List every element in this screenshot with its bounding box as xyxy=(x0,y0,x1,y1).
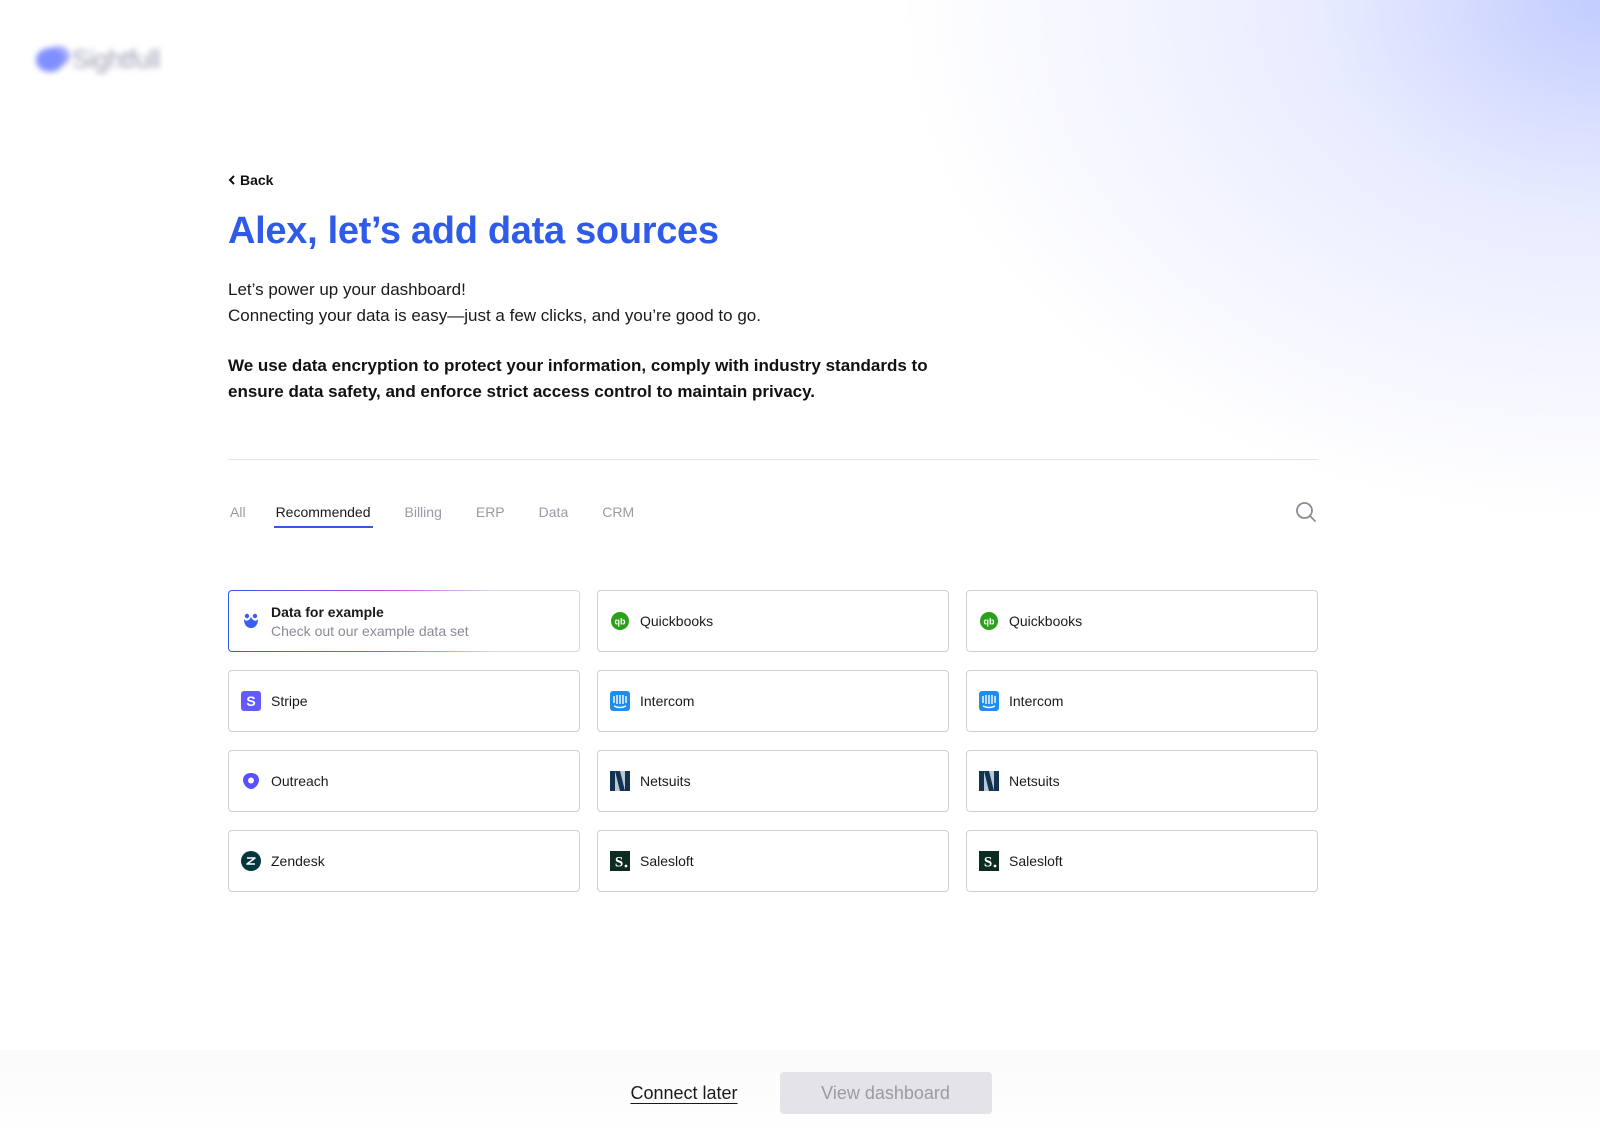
chevron-left-icon xyxy=(228,175,235,185)
search-button[interactable] xyxy=(1294,500,1318,524)
card-text: Data for example Check out our example d… xyxy=(271,604,469,639)
source-card-netsuite[interactable]: Netsuits xyxy=(966,750,1318,812)
tab-data[interactable]: Data xyxy=(537,500,571,524)
connect-later-link[interactable]: Connect later xyxy=(630,1083,737,1104)
tab-billing[interactable]: Billing xyxy=(403,500,444,524)
zendesk-icon xyxy=(241,851,261,871)
card-title: Data for example xyxy=(271,603,384,620)
security-note: We use data encryption to protect your i… xyxy=(228,356,928,401)
category-tabs: All Recommended Billing ERP Data CRM xyxy=(228,498,1318,528)
source-card-quickbooks[interactable]: qb Quickbooks xyxy=(966,590,1318,652)
page-title: Alex, let’s add data sources xyxy=(228,210,719,252)
salesloft-icon: S xyxy=(610,851,630,871)
tab-erp[interactable]: ERP xyxy=(474,500,507,524)
netsuite-icon xyxy=(979,771,999,791)
card-title: Outreach xyxy=(271,773,329,789)
intercom-icon xyxy=(610,691,630,711)
source-card-salesloft[interactable]: S Salesloft xyxy=(597,830,949,892)
brand-logo-icon xyxy=(36,47,64,72)
netsuite-icon xyxy=(610,771,630,791)
footer-bar: Connect later View dashboard xyxy=(0,1050,1600,1138)
footer-actions: Connect later View dashboard xyxy=(0,1072,1600,1114)
card-title: Quickbooks xyxy=(640,613,714,629)
source-card-stripe[interactable]: S Stripe xyxy=(228,670,580,732)
svg-text:S: S xyxy=(984,855,992,871)
brand-logo: Sightfull xyxy=(36,44,161,75)
card-subtitle: Check out our example data set xyxy=(271,622,469,639)
source-card-intercom[interactable]: Intercom xyxy=(597,670,949,732)
card-title: Salesloft xyxy=(640,853,694,869)
section-divider xyxy=(228,459,1318,460)
outreach-icon xyxy=(241,771,261,791)
search-icon xyxy=(1296,502,1316,522)
svg-text:S: S xyxy=(615,855,623,871)
source-card-intercom[interactable]: Intercom xyxy=(966,670,1318,732)
sightfull-icon xyxy=(241,611,261,631)
source-card-zendesk[interactable]: Zendesk xyxy=(228,830,580,892)
card-title: Netsuits xyxy=(640,773,691,789)
svg-text:qb: qb xyxy=(615,617,626,627)
intro-text: Let’s power up your dashboard! Connectin… xyxy=(228,277,1318,329)
source-card-quickbooks[interactable]: qb Quickbooks xyxy=(597,590,949,652)
brand-name: Sightfull xyxy=(72,44,161,74)
back-link[interactable]: Back xyxy=(228,172,273,188)
card-title: Intercom xyxy=(1009,693,1064,709)
source-card-example-data[interactable]: Data for example Check out our example d… xyxy=(228,590,580,652)
onboarding-page: Sightfull Back Alex, let’s add data sour… xyxy=(0,0,1600,1138)
tab-recommended[interactable]: Recommended xyxy=(273,500,373,528)
back-label: Back xyxy=(240,172,274,188)
tab-all[interactable]: All xyxy=(228,500,248,524)
main-content: Back Alex, let’s add data sources Let’s … xyxy=(228,172,1318,892)
source-card-outreach[interactable]: Outreach xyxy=(228,750,580,812)
stripe-icon: S xyxy=(241,691,261,711)
quickbooks-icon: qb xyxy=(610,611,630,631)
tab-crm[interactable]: CRM xyxy=(600,500,636,524)
card-title: Stripe xyxy=(271,693,308,709)
source-card-salesloft[interactable]: S Salesloft xyxy=(966,830,1318,892)
svg-text:S: S xyxy=(246,693,255,709)
view-dashboard-button[interactable]: View dashboard xyxy=(779,1072,992,1114)
source-card-netsuite[interactable]: Netsuits xyxy=(597,750,949,812)
card-title: Netsuits xyxy=(1009,773,1060,789)
card-title: Intercom xyxy=(640,693,695,709)
quickbooks-icon: qb xyxy=(979,611,999,631)
salesloft-icon: S xyxy=(979,851,999,871)
intro-line-2: Connecting your data is easy—just a few … xyxy=(228,306,761,325)
svg-text:qb: qb xyxy=(984,617,995,627)
card-title: Salesloft xyxy=(1009,853,1063,869)
card-title: Zendesk xyxy=(271,853,325,869)
card-title: Quickbooks xyxy=(1009,613,1083,629)
data-source-grid: Data for example Check out our example d… xyxy=(228,590,1318,892)
intercom-icon xyxy=(979,691,999,711)
intro-line-1: Let’s power up your dashboard! xyxy=(228,280,466,299)
